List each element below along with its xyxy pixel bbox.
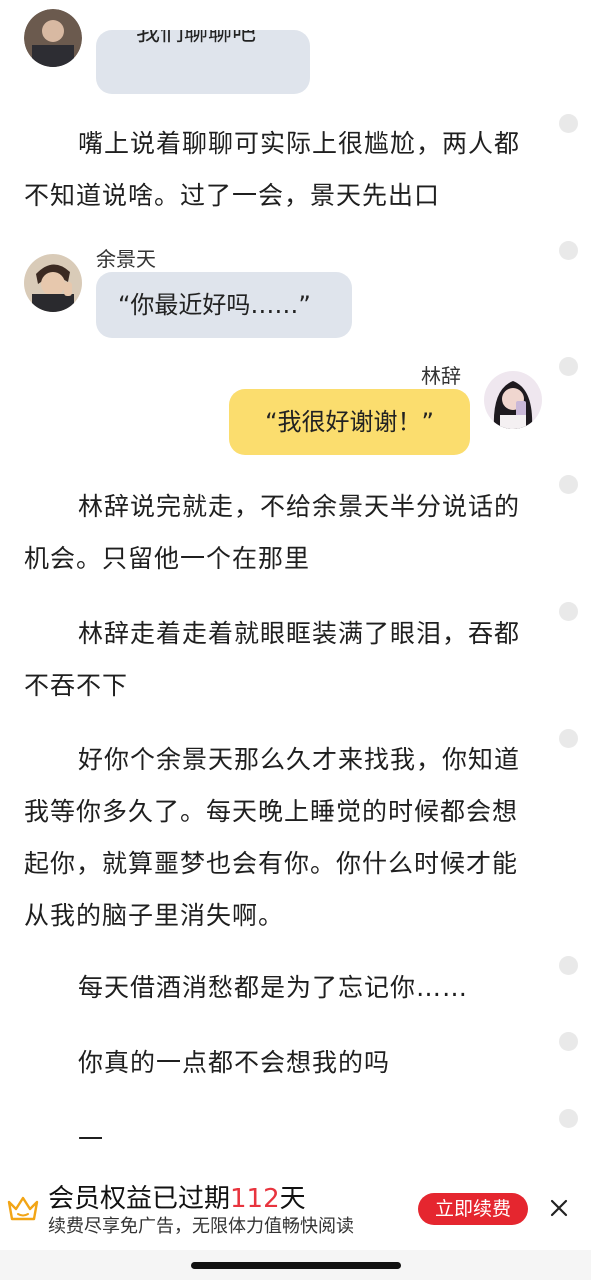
chat-bubble-top: 我们聊聊吧: [96, 30, 310, 94]
sender-name: 林辞: [421, 364, 461, 388]
reader-page: 我们聊聊吧 嘴上说着聊聊可实际上很尴尬，两人都不知道说啥。过了一会，景天先出口 …: [0, 0, 591, 1280]
home-indicator-area: [0, 1250, 591, 1280]
crown-icon: [7, 1196, 39, 1221]
comment-dot-icon[interactable]: [559, 956, 578, 975]
banner-title: 会员权益已过期112天: [48, 1184, 306, 1214]
avatar-yu-jingtian[interactable]: [24, 254, 82, 312]
comment-dot-icon[interactable]: [559, 241, 578, 260]
comment-dot-icon[interactable]: [559, 1032, 578, 1051]
banner-title-suffix: 天: [279, 1184, 306, 1214]
comment-dot-icon[interactable]: [559, 475, 578, 494]
story-paragraph: 嘴上说着聊聊可实际上很尴尬，两人都不知道说啥。过了一会，景天先出口: [24, 129, 521, 210]
avatar-partial[interactable]: [24, 9, 82, 67]
story-paragraph: 林辞走着走着就眼眶装满了眼泪，吞都不吞不下: [24, 619, 521, 700]
chat-bubble-outgoing: “我很好谢谢！”: [229, 389, 470, 455]
comment-dot-icon[interactable]: [559, 602, 578, 621]
story-paragraph: 你真的一点都不会想我的吗: [78, 1048, 391, 1077]
expired-days-count: 112: [230, 1184, 280, 1214]
story-paragraph: 每天借酒消愁都是为了忘记你……: [78, 973, 469, 1002]
chat-bubble-incoming: “你最近好吗……”: [96, 272, 352, 338]
sender-name: 余景天: [96, 247, 156, 271]
story-paragraph: 一: [78, 1125, 105, 1154]
avatar-lin-ci[interactable]: [484, 371, 542, 429]
chat-bubble-top-text: 我们聊聊吧: [136, 30, 256, 46]
story-paragraph: 好你个余景天那么久才来找我，你知道我等你多久了。每天晚上睡觉的时候都会想起你，就…: [24, 745, 521, 930]
banner-subtitle: 续费尽享免广告，无限体力值畅快阅读: [48, 1216, 354, 1237]
comment-dot-icon[interactable]: [559, 114, 578, 133]
comment-dot-icon[interactable]: [559, 357, 578, 376]
comment-dot-icon[interactable]: [559, 1109, 578, 1128]
comment-dot-icon[interactable]: [559, 729, 578, 748]
home-indicator[interactable]: [191, 1262, 401, 1269]
close-icon[interactable]: [547, 1196, 571, 1220]
membership-banner[interactable]: 会员权益已过期112天 续费尽享免广告，无限体力值畅快阅读 立即续费: [0, 1168, 591, 1250]
banner-title-prefix: 会员权益已过期: [48, 1184, 231, 1214]
story-paragraph: 林辞说完就走，不给余景天半分说话的机会。只留他一个在那里: [24, 492, 521, 573]
renew-button[interactable]: 立即续费: [418, 1193, 528, 1225]
